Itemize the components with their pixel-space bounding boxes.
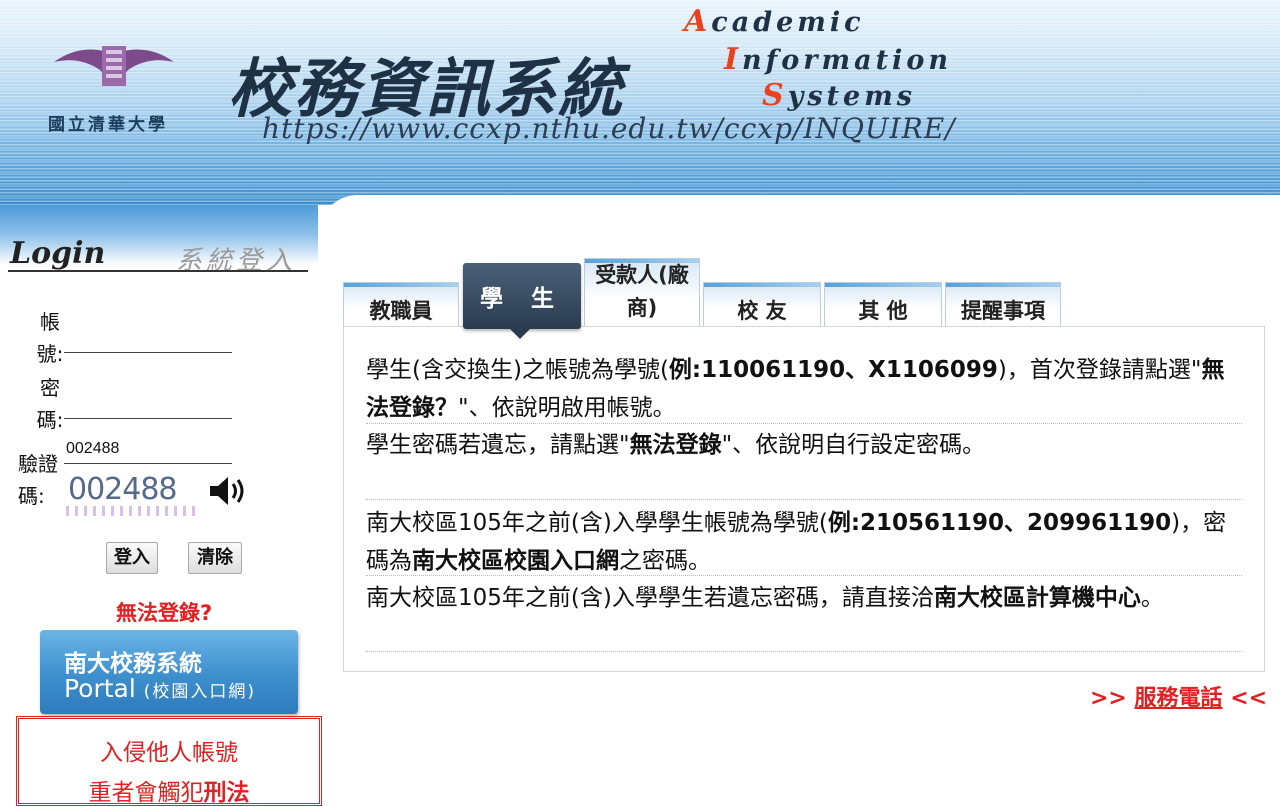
tab-alumni-label: 校 友: [737, 299, 787, 323]
p3-text-e: 之密碼。: [619, 548, 711, 574]
content-panel-curve: [318, 195, 1280, 235]
tab-student[interactable]: 學 生: [463, 263, 581, 329]
info-separator: [366, 499, 1242, 500]
captcha-input[interactable]: [66, 437, 232, 461]
tab-vendor[interactable]: 受款人(廠商): [584, 258, 700, 326]
tab-staff[interactable]: 教職員: [343, 282, 459, 326]
tab-other-label: 其 他: [858, 299, 908, 323]
p4-computer-center: 南大校區計算機中心: [933, 585, 1141, 611]
password-input[interactable]: [66, 388, 232, 414]
warning-line2-bold: 刑法: [203, 780, 250, 806]
university-name: 國立清華大學: [48, 115, 168, 135]
p4-text-c: 。: [1140, 585, 1164, 611]
p1-example: 例:110061190、X1106099: [668, 357, 998, 383]
p3-portal: 南大校區校園入口網: [412, 548, 619, 574]
english-initial-i: I: [724, 42, 743, 77]
english-title-line1: Academic: [684, 4, 865, 39]
portal-subtitle: Portal (校園入口網): [64, 674, 256, 703]
system-url: https://www.ccxp.nthu.edu.tw/ccxp/INQUIR…: [262, 112, 956, 145]
p2-text-a: 學生密碼若遺忘，請點選": [366, 432, 630, 458]
info-separator: [366, 423, 1242, 424]
login-title-divider: [8, 270, 308, 272]
captcha-label: 驗證碼:: [18, 452, 58, 508]
p1-text-c: )，首次登錄請點選": [997, 357, 1202, 383]
tab-reminder[interactable]: 提醒事項: [945, 282, 1061, 326]
password-underline: [64, 418, 232, 419]
header-banner: 國立清華大學 校務資訊系統 https://www.ccxp.nthu.edu.…: [0, 0, 1280, 205]
captcha-underline: [64, 463, 232, 464]
warning-line2-prefix: 重者會觸犯: [88, 780, 204, 806]
info-paragraph-1: 學生(含交換生)之帳號為學號(例:110061190、X1106099)，首次登…: [366, 351, 1246, 427]
info-separator: [366, 651, 1242, 652]
tab-vendor-label-2: 商): [626, 296, 658, 320]
p1-text-e: "、依說明啟用帳號。: [458, 395, 676, 421]
english-title-line2: Information: [724, 42, 952, 77]
cannot-login-link[interactable]: 無法登錄?: [116, 597, 212, 627]
password-label: 密碼:: [36, 376, 64, 432]
english-title-line3: Systems: [762, 78, 916, 113]
active-tab-pointer: [509, 328, 531, 339]
p3-example: 例:210561190、209961190: [827, 510, 1172, 536]
captcha-image-text: 002488: [68, 472, 178, 507]
tab-staff-label: 教職員: [369, 299, 433, 323]
tab-reminder-label: 提醒事項: [961, 299, 1045, 323]
speaker-icon[interactable]: [206, 474, 252, 508]
p3-text-a: 南大校區105年之前(含)入學學生帳號為學號(: [366, 510, 828, 536]
info-paragraph-4: 南大校區105年之前(含)入學學生若遺忘密碼，請直接洽南大校區計算機中心。: [366, 579, 1246, 617]
account-input[interactable]: [66, 322, 232, 348]
english-rest-information: nformation: [742, 45, 952, 76]
info-separator: [366, 575, 1242, 576]
tab-student-label: 學 生: [479, 286, 564, 312]
english-initial-s: S: [762, 78, 788, 113]
p1-text-a: 學生(含交換生)之帳號為學號(: [366, 357, 669, 383]
warning-box: 入侵他人帳號 重者會觸犯刑法: [16, 716, 322, 806]
service-phone-suffix: <<: [1222, 686, 1268, 711]
student-info-panel: 學生(含交換生)之帳號為學號(例:110061190、X1106099)，首次登…: [343, 326, 1265, 672]
warning-line2: 重者會觸犯刑法: [19, 773, 319, 807]
service-phone-prefix: >>: [1090, 686, 1135, 711]
info-paragraph-2: 學生密碼若遺忘，請點選"無法登錄"、依說明自行設定密碼。: [366, 426, 1246, 464]
tab-vendor-label-1: 受款人(廠: [595, 263, 689, 287]
captcha-image: 002488: [66, 472, 196, 516]
english-rest-academic: cademic: [711, 7, 865, 38]
service-phone-link[interactable]: 服務電話: [1135, 686, 1223, 711]
p2-text-c: "、依說明自行設定密碼。: [721, 432, 986, 458]
english-rest-systems: ystems: [787, 81, 916, 112]
header-stripes: [0, 0, 1280, 205]
warning-line1: 入侵他人帳號: [100, 740, 238, 766]
portal-sub: (校園入口網): [143, 682, 257, 702]
p4-text-a: 南大校區105年之前(含)入學學生若遺忘密碼，請直接洽: [366, 585, 934, 611]
university-logo: 國立清華大學: [40, 40, 190, 140]
portal-button[interactable]: 南大校務系統 Portal (校園入口網): [40, 630, 298, 714]
info-paragraph-3: 南大校區105年之前(含)入學學生帳號為學號(例:210561190、20996…: [366, 504, 1246, 580]
tab-alumni[interactable]: 校 友: [703, 282, 821, 326]
login-button[interactable]: 登入: [106, 542, 158, 574]
english-initial-a: A: [684, 4, 712, 39]
logo-emblem-icon: [54, 46, 174, 86]
clear-button[interactable]: 清除: [188, 542, 242, 574]
tab-other[interactable]: 其 他: [824, 282, 942, 326]
service-phone: >> 服務電話 <<: [1090, 680, 1267, 712]
captcha-noise: [66, 506, 196, 516]
portal-word: Portal: [64, 674, 136, 703]
p2-cannot-login: 無法登錄: [629, 432, 722, 458]
login-title-en: Login: [10, 236, 106, 271]
account-label: 帳號:: [36, 310, 64, 366]
portal-title: 南大校務系統: [64, 651, 202, 677]
account-underline: [64, 352, 232, 353]
